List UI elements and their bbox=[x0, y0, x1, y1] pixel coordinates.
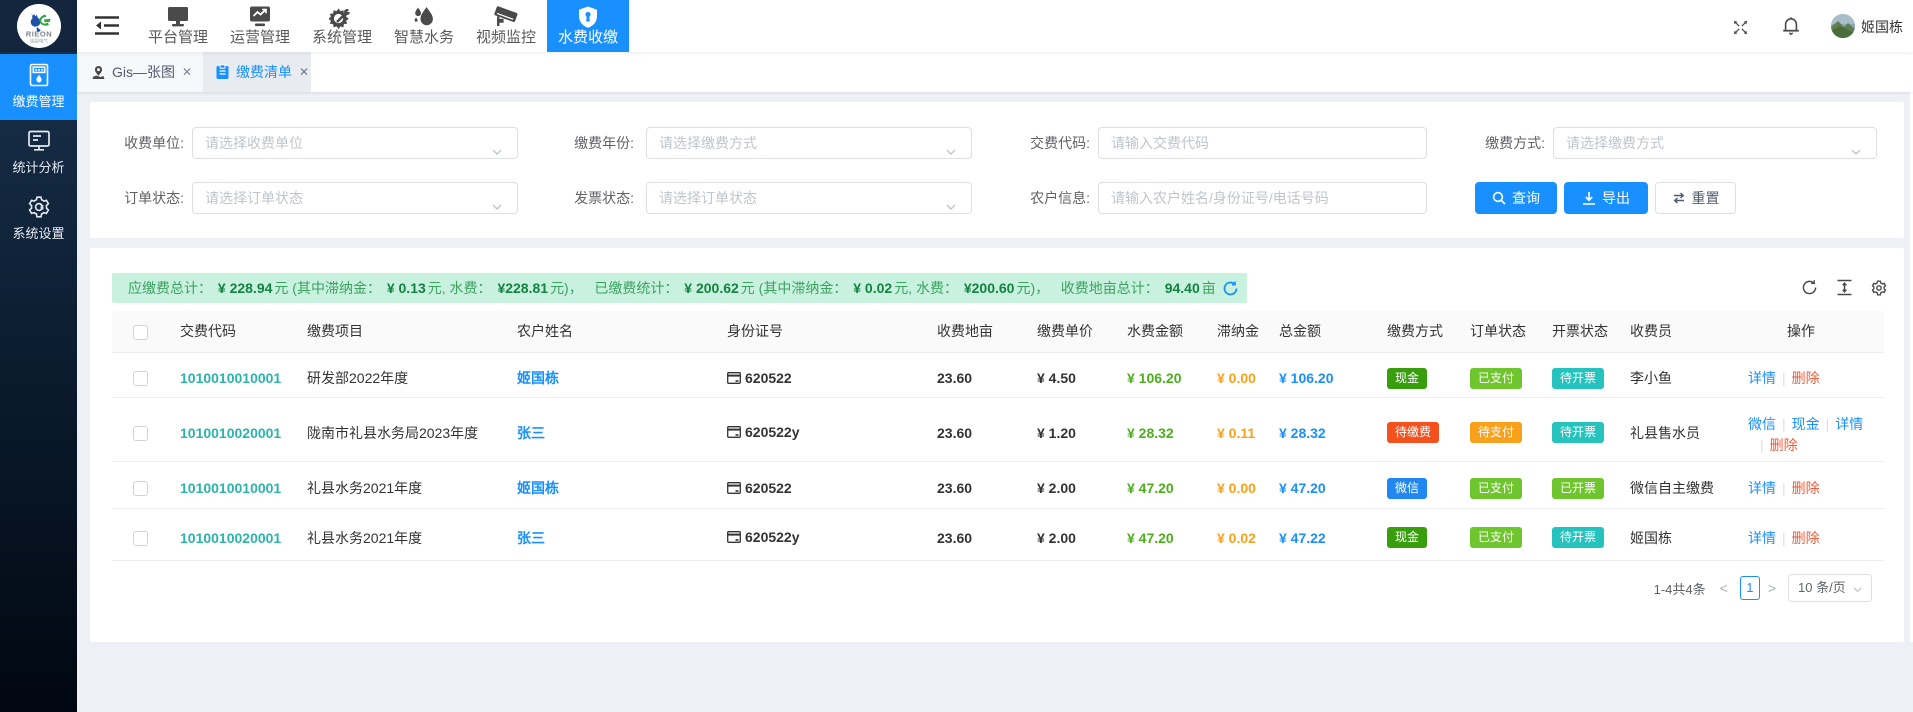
svg-text:瑞恩电气: 瑞恩电气 bbox=[30, 38, 48, 44]
svg-text:RIEON: RIEON bbox=[25, 30, 51, 39]
